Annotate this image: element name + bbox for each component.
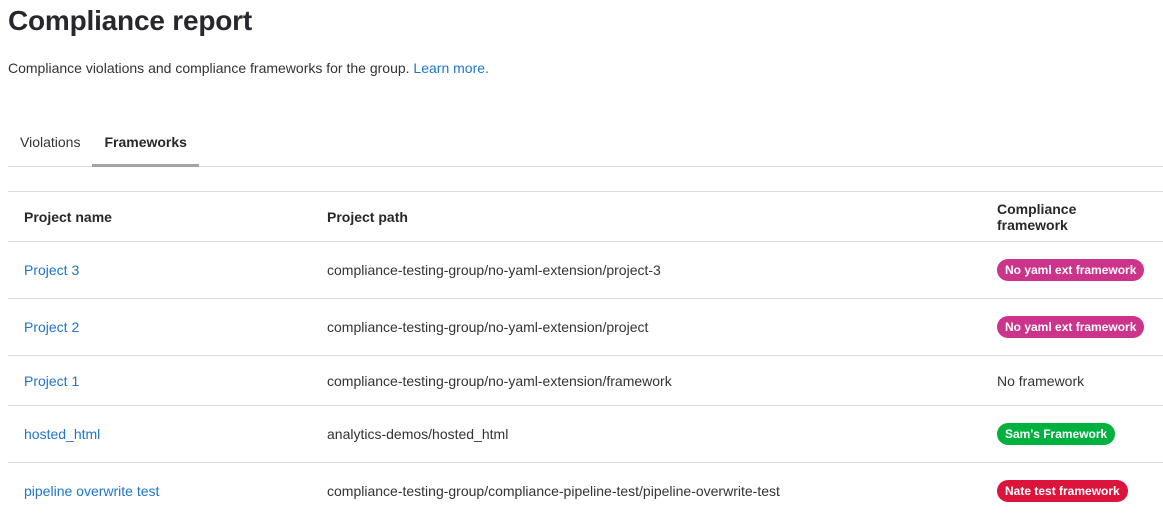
compliance-framework-cell: Sam's Framework [981, 405, 1163, 463]
project-path-cell: compliance-testing-group/no-yaml-extensi… [311, 298, 981, 356]
project-name-cell: Project 1 [8, 355, 311, 406]
project-path-cell: analytics-demos/hosted_html [311, 405, 981, 463]
tab-violations[interactable]: Violations [8, 118, 92, 166]
project-name-link[interactable]: Project 1 [24, 373, 79, 389]
project-name-link[interactable]: Project 3 [24, 262, 79, 278]
project-name-cell: Project 3 [8, 241, 311, 299]
framework-badge[interactable]: No yaml ext framework [997, 259, 1145, 281]
project-name-cell: pipeline overwrite test [8, 462, 311, 519]
page-title: Compliance report [8, 5, 252, 36]
learn-more-link[interactable]: Learn more. [413, 60, 488, 76]
table-row: Project 3 compliance-testing-group/no-yam… [8, 241, 1163, 299]
column-header-compliance-framework: Compliance framework [981, 191, 1163, 242]
frameworks-table: Project name Project path Compliance fra… [8, 191, 1163, 519]
column-header-project-name: Project name [8, 191, 311, 242]
compliance-framework-cell: No framework [981, 355, 1163, 406]
project-path-cell: compliance-testing-group/no-yaml-extensi… [311, 355, 981, 406]
project-name-cell: hosted_html [8, 405, 311, 463]
column-header-project-path: Project path [311, 191, 981, 242]
tab-bar: Violations Frameworks [8, 118, 1163, 167]
project-path-cell: compliance-testing-group/no-yaml-extensi… [311, 241, 981, 299]
project-name-link[interactable]: pipeline overwrite test [24, 483, 159, 499]
table-header-row: Project name Project path Compliance fra… [8, 191, 1163, 242]
no-framework-text: No framework [997, 372, 1085, 389]
framework-badge[interactable]: No yaml ext framework [997, 316, 1145, 338]
project-path-cell: compliance-testing-group/compliance-pipe… [311, 462, 981, 519]
framework-badge[interactable]: Nate test framework [997, 480, 1128, 502]
project-name-link[interactable]: Project 2 [24, 319, 79, 335]
table-row: Project 2 compliance-testing-group/no-yam… [8, 298, 1163, 356]
project-name-link[interactable]: hosted_html [24, 426, 100, 442]
table-row: pipeline overwrite test compliance-testin… [8, 462, 1163, 519]
framework-badge[interactable]: Sam's Framework [997, 423, 1116, 445]
page-description: Compliance violations and compliance fra… [8, 60, 489, 76]
description-text: Compliance violations and compliance fra… [8, 60, 410, 76]
table-row: Project 1 compliance-testing-group/no-yam… [8, 355, 1163, 406]
compliance-framework-cell: No yaml ext framework [981, 298, 1163, 356]
compliance-framework-cell: No yaml ext framework [981, 241, 1163, 299]
project-name-cell: Project 2 [8, 298, 311, 356]
tab-frameworks[interactable]: Frameworks [92, 118, 199, 167]
compliance-framework-cell: Nate test framework [981, 462, 1163, 519]
table-row: hosted_html analytics-demos/hosted_html Sa… [8, 405, 1163, 463]
